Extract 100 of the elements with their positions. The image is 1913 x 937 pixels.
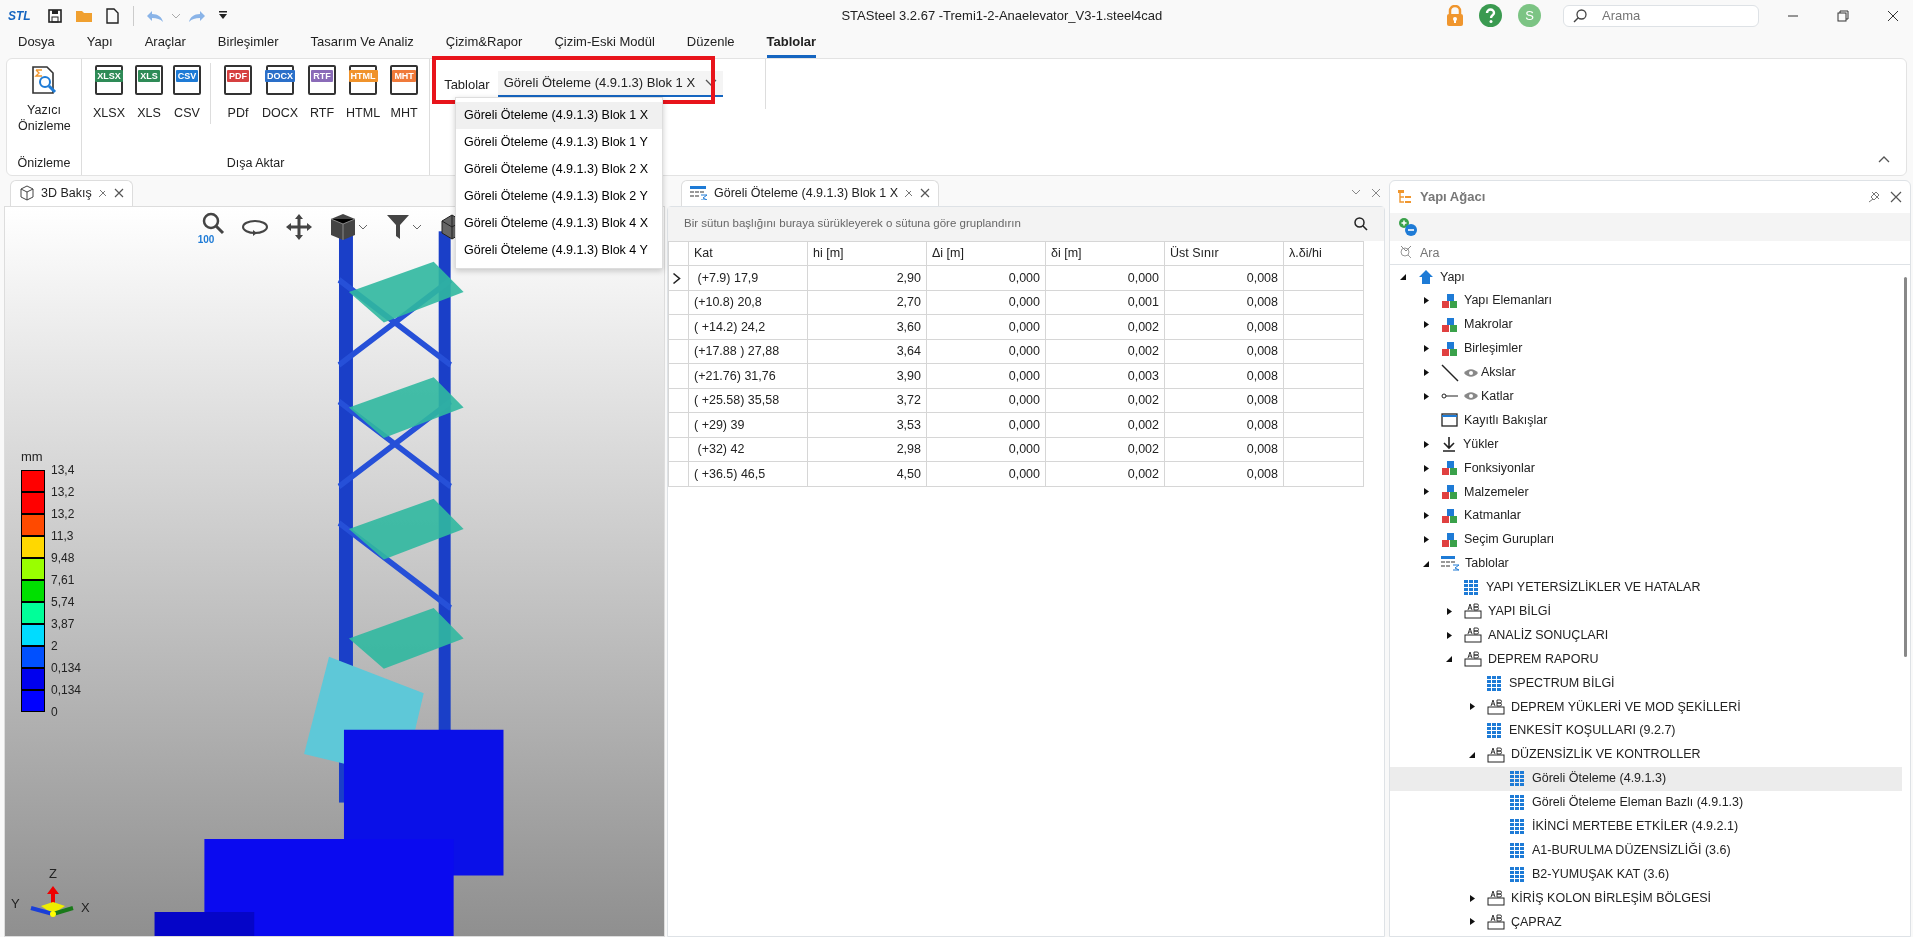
tree-item[interactable]: Seçim Gurupları: [1390, 527, 1902, 552]
eye-icon[interactable]: [1463, 391, 1479, 402]
collapsed-arrow-icon[interactable]: [1445, 630, 1453, 640]
export-button[interactable]: CSV CSV: [167, 63, 206, 124]
export-button[interactable]: XLS XLS: [129, 63, 168, 124]
tree-item[interactable]: Malzemeler: [1390, 480, 1902, 504]
restore-icon[interactable]: [1837, 9, 1849, 22]
expanded-arrow-icon[interactable]: [1399, 272, 1407, 281]
table-cell: 0,002: [1045, 339, 1165, 364]
expanded-arrow-icon[interactable]: [1468, 750, 1476, 759]
tree-item[interactable]: SPECTRUM BİLGİ: [1390, 671, 1902, 696]
export-button[interactable]: PDF PDf: [218, 63, 257, 124]
tree-item[interactable]: Fonksiyonlar: [1390, 456, 1902, 480]
new-document-icon[interactable]: [104, 7, 119, 24]
pin-icon[interactable]: [97, 188, 108, 199]
menu-tab[interactable]: Araçlar: [144, 27, 186, 58]
collapsed-arrow-icon[interactable]: [1422, 391, 1430, 401]
tree-item[interactable]: Kayıtlı Bakışlar: [1390, 408, 1902, 433]
tree-item[interactable]: YAPI YETERSİZLİKLER VE HATALAR: [1390, 575, 1902, 600]
dropdown-option[interactable]: Göreli Öteleme (4.9.1.3) Blok 1 X: [456, 102, 662, 129]
column-header[interactable]: Üst Sınır: [1164, 241, 1284, 266]
search-field[interactable]: Arama: [1563, 4, 1759, 27]
tree-item[interactable]: DÜZENSİZLİK VE KONTROLLER: [1390, 742, 1902, 767]
collapsed-arrow-icon[interactable]: [1422, 439, 1430, 449]
print-preview-button[interactable]: Yazıcı Önizleme: [13, 63, 75, 137]
tree-item[interactable]: ENKESİT KOŞULLARI (9.2.7): [1390, 718, 1902, 743]
menu-tab[interactable]: Dosya: [18, 27, 55, 58]
expanded-arrow-icon[interactable]: [1422, 559, 1430, 568]
move-icon[interactable]: [285, 213, 313, 242]
export-button[interactable]: HTML HTML: [341, 63, 386, 124]
collapsed-arrow-icon[interactable]: [1422, 511, 1430, 521]
expanded-arrow-icon[interactable]: [1445, 655, 1453, 664]
dropdown-option[interactable]: Göreli Öteleme (4.9.1.3) Blok 1 Y: [456, 129, 662, 156]
close-icon[interactable]: [1887, 9, 1899, 22]
close-icon[interactable]: [113, 188, 124, 199]
tree-item[interactable]: YAPI BİLGİ: [1390, 599, 1902, 624]
tree-item[interactable]: B2-YUMUŞAK KAT (3.6): [1390, 862, 1902, 887]
tree-item[interactable]: DEPREM RAPORU: [1390, 647, 1902, 672]
add-remove-icon[interactable]: [1398, 217, 1418, 237]
dropdown-option[interactable]: Göreli Öteleme (4.9.1.3) Blok 2 Y: [456, 183, 662, 210]
tree-item[interactable]: Akslar: [1390, 360, 1902, 385]
menu-tab[interactable]: Çizim-Eski Modül: [554, 27, 655, 58]
tree-item[interactable]: KİRİŞ KOLON BİRLEŞİM BÖLGESİ: [1390, 886, 1902, 911]
pin-icon[interactable]: [904, 188, 915, 199]
menu-tab[interactable]: Tasarım Ve Analiz: [310, 27, 414, 58]
collapsed-arrow-icon[interactable]: [1445, 606, 1453, 616]
menu-tab[interactable]: Çizim&Rapor: [445, 27, 523, 58]
tree-item[interactable]: Göreli Öteleme Eleman Bazlı (4.9.1.3): [1390, 790, 1902, 815]
tree-item[interactable]: Tablolar: [1390, 551, 1902, 576]
help-icon[interactable]: [1479, 4, 1502, 27]
eye-icon[interactable]: [1463, 367, 1479, 378]
dropdown-option[interactable]: Göreli Öteleme (4.9.1.3) Blok 2 X: [456, 156, 662, 183]
tree-item[interactable]: A1-BURULMA DÜZENSİZLİĞİ (3.6): [1390, 838, 1902, 863]
tree-item[interactable]: ANALİZ SONUÇLARI: [1390, 623, 1902, 648]
dropdown-option[interactable]: Göreli Öteleme (4.9.1.3) Blok 4 Y: [456, 237, 662, 264]
collapsed-arrow-icon[interactable]: [1468, 893, 1476, 903]
column-header[interactable]: hi [m]: [807, 241, 927, 266]
close-icon[interactable]: [1890, 191, 1902, 203]
collapsed-arrow-icon[interactable]: [1422, 344, 1430, 354]
collapse-ribbon-icon[interactable]: [1878, 155, 1890, 163]
column-header[interactable]: Kat: [688, 241, 808, 266]
menu-tab[interactable]: Birleşimler: [217, 27, 279, 58]
solid-cube-icon[interactable]: [329, 213, 369, 242]
collapsed-arrow-icon[interactable]: [1422, 487, 1430, 497]
collapsed-arrow-icon[interactable]: [1422, 463, 1430, 473]
close-icon[interactable]: [920, 188, 931, 199]
menu-tab[interactable]: Düzenle: [686, 27, 735, 58]
column-header[interactable]: Δi [m]: [926, 241, 1046, 266]
customize-caret-icon[interactable]: [217, 10, 228, 21]
tree-item[interactable]: Katmanlar: [1390, 503, 1902, 528]
collapsed-arrow-icon[interactable]: [1422, 535, 1430, 545]
collapsed-arrow-icon[interactable]: [1422, 368, 1430, 377]
pin-icon[interactable]: [1868, 191, 1880, 203]
column-header[interactable]: δi [m]: [1045, 241, 1165, 266]
tree-item[interactable]: Yapı Elemanları: [1390, 288, 1902, 313]
tree-item[interactable]: Göreli Öteleme (4.9.1.3): [1390, 766, 1902, 791]
collapsed-arrow-icon[interactable]: [1468, 702, 1476, 712]
save-icon[interactable]: [46, 7, 63, 24]
rotate-icon[interactable]: [241, 218, 269, 237]
dropdown-option[interactable]: Göreli Öteleme (4.9.1.3) Blok 4 X: [456, 210, 662, 237]
collapsed-arrow-icon[interactable]: [1468, 917, 1476, 927]
export-button[interactable]: RTF RTF: [303, 63, 342, 124]
tree-item[interactable]: Birleşimler: [1390, 336, 1902, 361]
column-header[interactable]: λ.δi/hi: [1283, 241, 1364, 266]
collapsed-arrow-icon[interactable]: [1422, 296, 1430, 306]
export-button[interactable]: MHT MHT: [385, 63, 424, 124]
export-button[interactable]: DOCX DOCX: [256, 63, 304, 124]
tree-item[interactable]: İKİNCİ MERTEBE ETKİLER (4.9.2.1): [1390, 814, 1902, 839]
table-select[interactable]: Göreli Öteleme (4.9.1.3) Blok 1 X: [497, 71, 724, 97]
tree-item[interactable]: ÇAPRAZ: [1390, 910, 1902, 934]
tree-item[interactable]: DEPREM YÜKLERİ VE MOD ŞEKİLLERİ: [1390, 695, 1902, 719]
panel-tab[interactable]: Göreli Öteleme (4.9.1.3) Blok 1 X: [681, 180, 940, 206]
menu-tab[interactable]: Yapı: [86, 27, 113, 58]
tree-item[interactable]: Yapı: [1390, 265, 1902, 289]
export-button[interactable]: XLSX XLSX: [88, 63, 130, 124]
tree-item[interactable]: Yükler: [1390, 432, 1902, 457]
tree-item[interactable]: Makrolar: [1390, 312, 1902, 337]
tree-item[interactable]: Katlar: [1390, 384, 1902, 409]
panel-tab[interactable]: 3D Bakış: [10, 180, 133, 206]
collapsed-arrow-icon[interactable]: [1422, 320, 1430, 330]
